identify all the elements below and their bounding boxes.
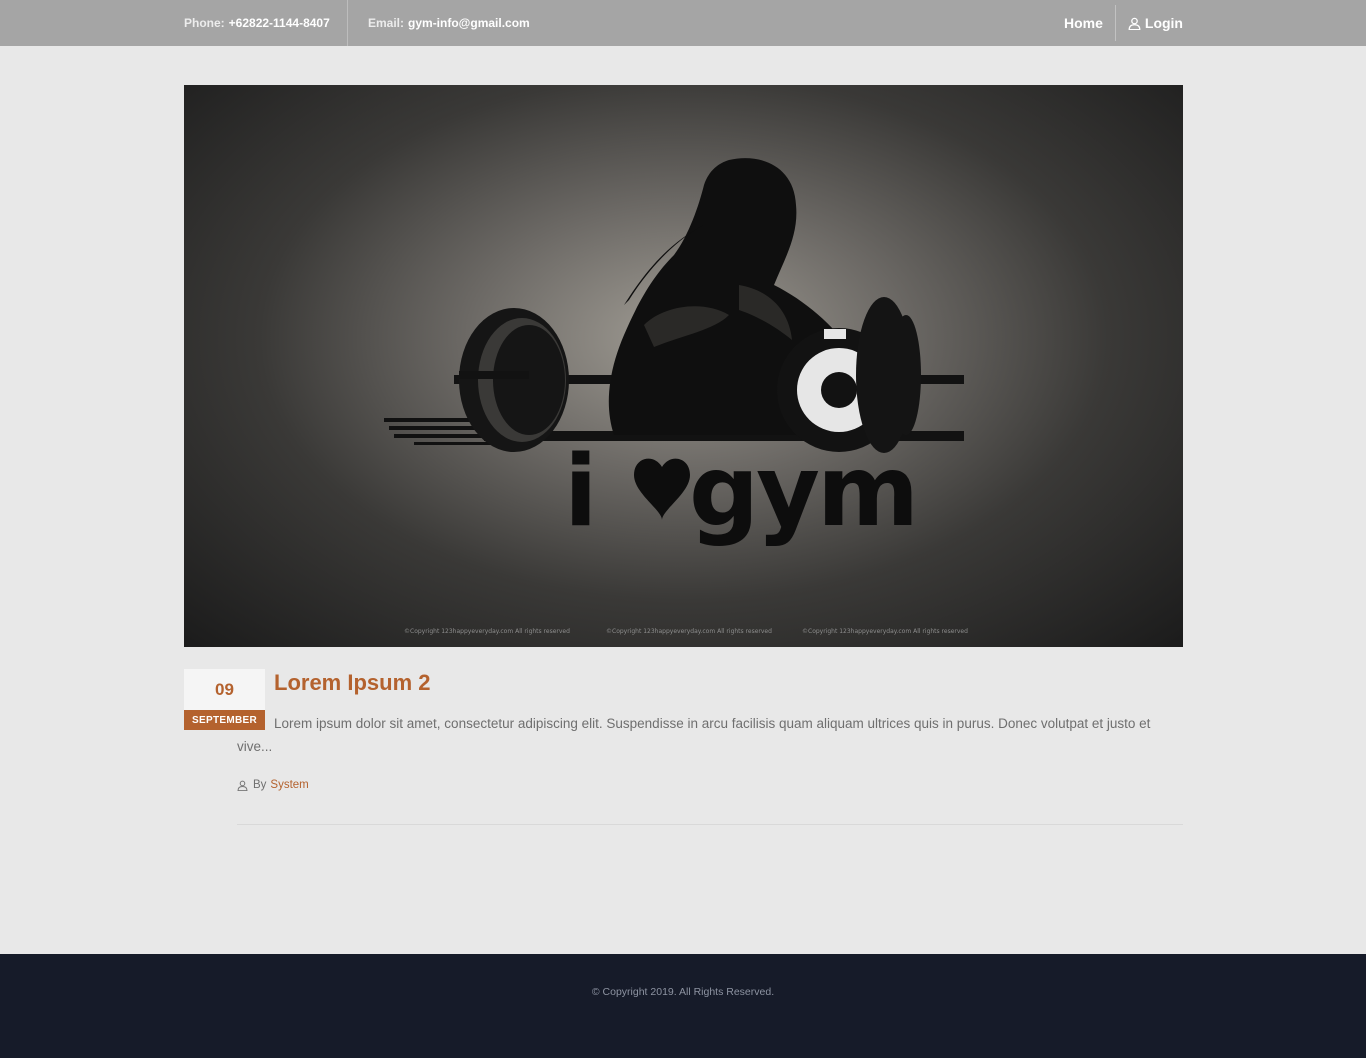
post-by-label: By: [253, 779, 267, 791]
post-excerpt: Lorem ipsum dolor sit amet, consectetur …: [237, 716, 1151, 754]
nav-login-link[interactable]: Login: [1116, 0, 1183, 46]
email-label: Email:: [368, 16, 405, 30]
nav-home-link[interactable]: Home: [1064, 0, 1115, 46]
footer-copyright: © Copyright 2019. All Rights Reserved.: [591, 986, 775, 998]
post-featured-image[interactable]: i gym ©Copyright 123happyeveryday.com Al…: [184, 85, 1183, 647]
post-divider: [237, 824, 1183, 825]
heart-icon: [634, 458, 690, 520]
footer: © Copyright 2019. All Rights Reserved.: [0, 954, 1366, 1058]
logo-text: i: [564, 435, 596, 549]
gym-logo-illustration: i gym ©Copyright 123happyeveryday.com Al…: [384, 158, 968, 635]
watermark-2: ©Copyright 123happyeveryday.com All righ…: [606, 628, 772, 635]
post-title-link[interactable]: Lorem Ipsum 2: [274, 670, 430, 696]
user-icon: [1128, 17, 1141, 30]
email-contact: Email: gym-info@gmail.com: [368, 0, 530, 46]
user-icon: [237, 780, 248, 791]
email-address: gym-info@gmail.com: [408, 16, 530, 30]
post-meta: By System: [237, 779, 309, 791]
svg-text:gym: gym: [689, 435, 916, 549]
watermark-3: ©Copyright 123happyeveryday.com All righ…: [802, 628, 968, 635]
watermark-1: ©Copyright 123happyeveryday.com All righ…: [404, 628, 570, 635]
phone-number: +62822-1144-8407: [228, 16, 330, 30]
phone-contact: Phone: +62822-1144-8407: [184, 0, 348, 46]
post-author-link[interactable]: System: [270, 779, 308, 791]
top-bar: Phone: +62822-1144-8407 Email: gym-info@…: [0, 0, 1366, 46]
post-date-day: 09: [184, 669, 265, 710]
nav-login-label: Login: [1144, 15, 1183, 31]
phone-label: Phone:: [184, 16, 225, 30]
top-nav: Home Login: [1064, 0, 1183, 46]
